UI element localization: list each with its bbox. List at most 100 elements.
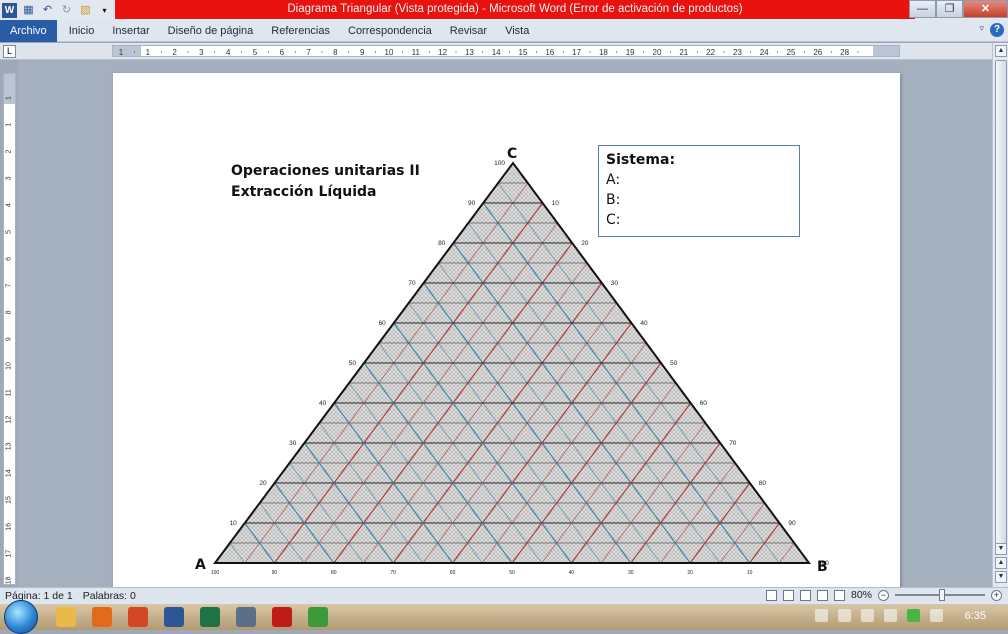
zoom-slider-thumb[interactable] (939, 589, 945, 601)
left-scale-label: 30 (289, 440, 297, 447)
ruler-label: 11 (412, 48, 421, 56)
ruler-label: 6 (280, 48, 285, 56)
vertical-ruler-label: 11 (6, 389, 13, 396)
tab-referencias[interactable]: Referencias (262, 20, 339, 42)
ruler-ticks: 1 1 2 3 4 5 6 7 8 9 10 11 12 13 14 15 16 17 18 19 20 21 22 23 24… (113, 46, 899, 56)
word-app-icon[interactable]: W (2, 2, 17, 18)
left-scale-label: 90 (468, 200, 476, 207)
bottom-scale-label: 20 (687, 570, 693, 576)
sistema-c: C: (606, 212, 621, 228)
scroll-down-button[interactable]: ▼ (995, 543, 1007, 555)
window-title: Diagrama Triangular (Vista protegida) - … (115, 0, 915, 19)
redo-icon[interactable]: ↻ (59, 3, 74, 18)
tab-selector[interactable]: L (3, 45, 16, 58)
vertical-ruler-label: 3 (6, 176, 13, 180)
vertical-ruler-label: 15 (6, 496, 13, 504)
excel-icon[interactable] (200, 607, 220, 627)
chrome-icon[interactable] (308, 607, 328, 627)
left-scale-label: 60 (379, 320, 387, 327)
vertical-scrollbar[interactable]: ▲ ▼ ▲ ▼ (992, 43, 1008, 587)
tray-volume-icon[interactable] (883, 609, 897, 622)
tab-vista[interactable]: Vista (496, 20, 538, 42)
ruler-label: 26 (813, 48, 822, 56)
web-layout-icon[interactable] (799, 589, 811, 601)
right-scale-label: 10 (552, 200, 560, 207)
acrobat-icon[interactable] (272, 607, 292, 627)
word-icon[interactable] (164, 607, 184, 627)
system-tray: 6:35 (814, 609, 986, 622)
tray-network-icon[interactable] (837, 609, 851, 622)
tab-insertar[interactable]: Insertar (103, 20, 158, 42)
tray-display-icon[interactable] (860, 609, 874, 622)
expand-ribbon-icon[interactable]: ▿ (979, 23, 984, 37)
taskbar-apps (56, 607, 328, 627)
previous-page-button[interactable]: ▲ (995, 557, 1007, 569)
ruler-label: 16 (545, 48, 554, 56)
tab-revisar[interactable]: Revisar (441, 20, 496, 42)
tray-pen-icon[interactable] (814, 609, 828, 622)
bottom-scale-label: 30 (628, 570, 634, 576)
zoom-out-button[interactable]: − (878, 589, 889, 601)
zoom-level[interactable]: 80% (851, 589, 872, 601)
vertical-ruler-label: 18 (6, 576, 13, 584)
left-scale-label: 50 (349, 360, 357, 367)
word-count[interactable]: Palabras: 0 (83, 590, 136, 602)
minimize-button[interactable]: — (909, 0, 936, 18)
open-folder-icon[interactable]: ▧ (78, 3, 93, 18)
full-screen-reading-icon[interactable] (782, 589, 794, 601)
vertical-ruler-label: 12 (6, 416, 13, 424)
left-scale-label: 20 (259, 480, 267, 487)
vertical-ruler-label: 7 (6, 284, 13, 288)
draft-view-icon[interactable] (833, 589, 845, 601)
left-scale-label: 40 (319, 400, 327, 407)
title-bar: W ▦ ↶ ↻ ▧ ▾ Diagrama Triangular (Vista p… (0, 0, 1008, 20)
save-icon[interactable]: ▦ (21, 3, 36, 18)
customize-qat-icon[interactable]: ▾ (97, 3, 112, 18)
close-button[interactable]: ✕ (963, 0, 1008, 18)
help-icon[interactable]: ? (990, 23, 1004, 37)
vertical-ruler-label: 17 (6, 550, 13, 558)
bottom-scale-label: 70 (390, 570, 396, 576)
tray-security-icon[interactable] (906, 609, 920, 622)
zoom-in-button[interactable]: + (991, 589, 1002, 601)
print-layout-icon[interactable] (765, 589, 777, 601)
clock[interactable]: 6:35 (965, 610, 986, 622)
start-button[interactable] (4, 600, 38, 634)
bottom-scale-label: 80 (331, 570, 337, 576)
zoom-slider[interactable] (895, 589, 985, 601)
sistema-box[interactable]: Sistema: A: B: C: (598, 145, 800, 237)
tray-flag-icon[interactable] (929, 609, 943, 622)
left-scale-label: 100 (494, 160, 505, 167)
vertical-ruler[interactable]: 1 1 2 3 4 5 6 7 8 9 10 11 12 13 14 15 16 17 18 (3, 73, 16, 585)
document-area[interactable]: Operaciones unitarias II Extracción Líqu… (18, 60, 992, 587)
right-scale-label: 50 (670, 360, 678, 367)
outline-view-icon[interactable] (816, 589, 828, 601)
folder-icon[interactable] (56, 607, 76, 627)
ruler-label: 12 (438, 48, 447, 56)
app-icon[interactable] (236, 607, 256, 627)
firefox-icon[interactable] (92, 607, 112, 627)
horizontal-ruler[interactable]: 1 1 2 3 4 5 6 7 8 9 10 11 12 13 14 15 16 17 18 19 20 21 22 23 24… (112, 45, 900, 57)
quick-access-toolbar: W ▦ ↶ ↻ ▧ ▾ (0, 0, 112, 20)
tab-correspondencia[interactable]: Correspondencia (339, 20, 441, 42)
tab-inicio[interactable]: Inicio (60, 20, 104, 42)
tab-archivo[interactable]: Archivo (0, 19, 57, 42)
ribbon-right-controls: ▿ ? (979, 23, 1004, 37)
next-page-button[interactable]: ▼ (995, 571, 1007, 583)
ruler-label: 7 (306, 48, 311, 56)
tab-diseno-de-pagina[interactable]: Diseño de página (159, 20, 263, 42)
ruler-label: 4 (226, 48, 231, 56)
sistema-heading: Sistema: (606, 152, 676, 168)
scroll-up-button[interactable]: ▲ (995, 45, 1007, 57)
ruler-label: 28 (840, 48, 849, 56)
powerpoint-icon[interactable] (128, 607, 148, 627)
bottom-scale-label: 50 (509, 570, 515, 576)
document-page[interactable]: Operaciones unitarias II Extracción Líqu… (113, 73, 900, 587)
scroll-thumb[interactable] (995, 60, 1007, 544)
vertical-ruler-label: 1 (6, 96, 13, 100)
vertical-ruler-label: 2 (6, 150, 13, 154)
restore-button[interactable]: ❐ (936, 0, 963, 18)
ruler-bar: L 1 1 2 3 4 5 6 7 8 9 10 11 12 13 14 15 16 17 18 19 20 21 22 23… (0, 43, 1008, 60)
ruler-label: 17 (572, 48, 581, 56)
undo-icon[interactable]: ↶ (40, 3, 55, 18)
